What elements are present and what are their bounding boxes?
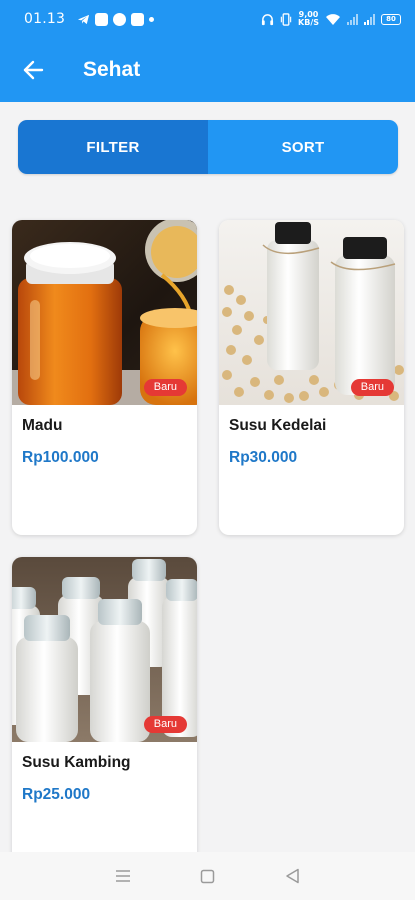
signal-sim2-icon <box>364 13 375 25</box>
telegram-icon <box>78 14 90 24</box>
product-image-goat-milk: Baru <box>12 557 197 742</box>
product-card[interactable]: Baru Susu Kambing Rp25.000 <box>12 557 197 872</box>
soy-milk-image <box>219 220 404 405</box>
wifi-icon <box>326 13 340 25</box>
system-nav-bar <box>0 852 415 900</box>
home-button[interactable] <box>198 866 218 886</box>
new-badge: Baru <box>143 716 187 733</box>
product-image-honey: Baru <box>12 220 197 405</box>
product-name: Susu Kedelai <box>229 417 327 434</box>
product-card[interactable]: Baru Susu Kedelai Rp30.000 <box>219 220 404 535</box>
home-square-icon <box>200 869 215 883</box>
app-notification-icon <box>95 12 109 26</box>
system-status: 9,00 KB/S 80 <box>261 11 401 27</box>
new-badge: Baru <box>143 379 187 396</box>
menu-icon <box>115 870 130 882</box>
back-button[interactable] <box>18 55 48 85</box>
product-name: Susu Kambing <box>22 754 131 771</box>
battery-level: 80 <box>386 15 396 23</box>
status-bar: 01.13 9,00 KB/S 80 <box>0 0 415 38</box>
status-time: 01.13 <box>24 11 66 27</box>
camera-app-icon <box>131 12 145 26</box>
facebook-icon <box>113 12 127 26</box>
product-price: Rp100.000 <box>22 449 99 466</box>
notification-icons <box>77 12 155 26</box>
arrow-left-icon <box>23 60 44 80</box>
product-card[interactable]: Baru Madu Rp100.000 <box>12 220 197 535</box>
honey-jar-image <box>12 220 197 405</box>
recents-button[interactable] <box>113 866 133 886</box>
headset-icon <box>261 13 274 25</box>
signal-sim1-icon <box>347 13 358 25</box>
vibrate-icon <box>280 12 292 26</box>
app-bar: Sehat <box>0 38 415 102</box>
filter-sort-control: FILTER SORT <box>18 120 398 174</box>
back-triangle-icon <box>286 868 299 884</box>
goat-milk-image <box>12 557 197 742</box>
battery-icon: 80 <box>381 13 401 25</box>
filter-button[interactable]: FILTER <box>18 120 208 174</box>
product-price: Rp30.000 <box>229 449 298 466</box>
sort-button[interactable]: SORT <box>208 120 398 174</box>
product-name: Madu <box>22 417 63 434</box>
more-notifications-dot <box>149 16 155 22</box>
network-speed-unit: KB/S <box>298 18 319 27</box>
new-badge: Baru <box>350 379 394 396</box>
page-title: Sehat <box>83 58 141 81</box>
network-speed: 9,00 KB/S <box>298 11 319 27</box>
back-nav-button[interactable] <box>283 866 303 886</box>
product-image-soy-milk: Baru <box>219 220 404 405</box>
product-price: Rp25.000 <box>22 786 91 803</box>
